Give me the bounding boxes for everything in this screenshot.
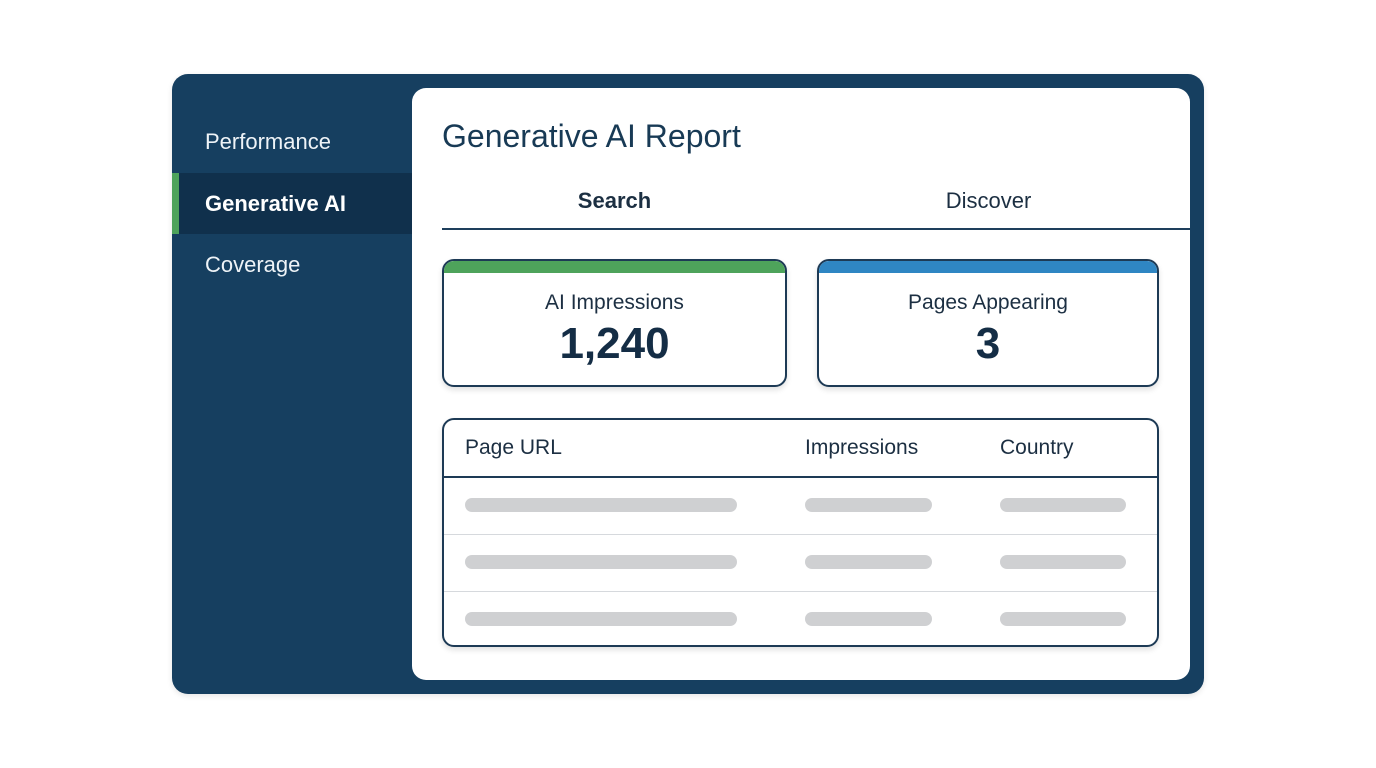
table-row[interactable] [444,592,1157,645]
table-header: Page URL Impressions Country [444,420,1157,478]
placeholder-bar [1000,612,1126,626]
pages-table: Page URL Impressions Country [442,418,1159,647]
tab-bar: Search Discover [442,174,1190,312]
page-title: Generative AI Report [442,118,741,154]
sidebar-item-performance[interactable]: Performance [172,111,412,172]
placeholder-bar [805,555,932,569]
column-header-country[interactable]: Country [1000,420,1074,476]
sidebar-item-label: Performance [205,128,331,154]
placeholder-bar [465,612,737,626]
stat-card-accent-bar [819,261,1157,273]
sidebar-item-label: Generative AI [205,190,347,216]
placeholder-bar [805,612,932,626]
app-window: Performance Generative AI Coverage Gener… [172,74,1204,694]
placeholder-bar [805,498,932,512]
sidebar-item-coverage[interactable]: Coverage [172,234,412,295]
stat-card-ai-impressions: AI Impressions 1,240 [442,259,787,387]
tab-discover[interactable]: Discover [787,174,1190,228]
sidebar-item-label: Coverage [205,251,301,277]
placeholder-bar [465,555,737,569]
stat-label: Pages Appearing [908,291,1068,314]
stat-label: AI Impressions [545,291,684,314]
placeholder-bar [1000,555,1126,569]
stat-card-pages-appearing: Pages Appearing 3 [817,259,1159,387]
sidebar: Performance Generative AI Coverage [172,74,412,694]
table-row[interactable] [444,478,1157,535]
stat-value: 1,240 [559,319,670,368]
tab-search[interactable]: Search [442,174,787,228]
column-header-page-url[interactable]: Page URL [465,420,562,476]
table-row[interactable] [444,535,1157,592]
placeholder-bar [465,498,737,512]
placeholder-bar [1000,498,1126,512]
stat-card-accent-bar [444,261,785,273]
stat-value: 3 [975,319,1001,368]
sidebar-item-generative-ai[interactable]: Generative AI [172,173,412,234]
column-header-impressions[interactable]: Impressions [805,420,918,476]
main-panel: Generative AI Report Search Discover AI … [412,88,1190,680]
